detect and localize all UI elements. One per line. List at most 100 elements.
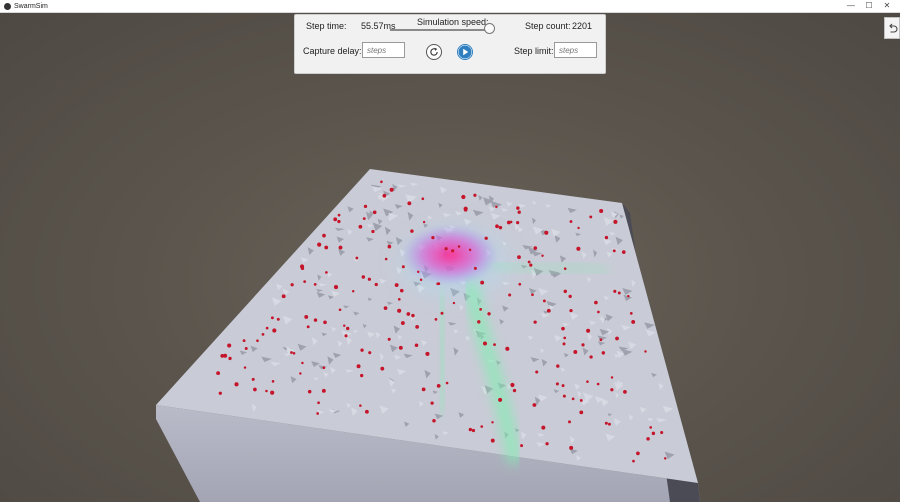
agent-dot — [440, 311, 444, 315]
agent-dot — [306, 325, 310, 329]
agent-dot — [251, 377, 255, 381]
speed-slider-track[interactable] — [390, 29, 490, 31]
agent-dot — [281, 294, 286, 299]
agent-dot — [265, 326, 269, 330]
agent-dot — [562, 394, 566, 398]
agent-dot — [563, 267, 567, 270]
agent-dot — [338, 308, 342, 312]
agent-dot — [487, 312, 491, 316]
agent-dot — [382, 193, 387, 198]
agent-dot — [569, 220, 573, 223]
agent-dot — [617, 291, 621, 295]
play-button[interactable] — [457, 44, 473, 60]
agent-dot — [579, 410, 584, 415]
agent-dot — [483, 341, 487, 346]
agent-dot — [529, 263, 533, 267]
agent-dot — [646, 437, 650, 441]
minimize-button[interactable]: — — [842, 0, 860, 12]
agent-dot — [397, 297, 401, 301]
agent-dot — [498, 397, 503, 402]
agent-dot — [292, 351, 296, 355]
agent-dot — [436, 384, 441, 388]
agent-dot — [360, 348, 364, 352]
agent-dot — [506, 220, 511, 225]
agent-dot — [571, 397, 575, 401]
agent-dot — [394, 283, 399, 288]
agent-dot — [532, 403, 537, 407]
agent-dot — [621, 250, 626, 254]
agent-dot — [495, 205, 498, 209]
agent-dot — [613, 219, 618, 224]
agent-dot — [338, 245, 343, 250]
agent-dot — [660, 431, 664, 435]
step-time-label: Step time: — [306, 21, 347, 31]
agent-dot — [604, 235, 609, 240]
agent-dot — [387, 337, 391, 341]
agent-dot — [601, 351, 606, 355]
agent-dot — [461, 194, 466, 200]
play-icon — [458, 45, 472, 59]
agent-dot — [490, 438, 495, 443]
agent-dot — [253, 387, 257, 392]
agent-dot — [228, 356, 232, 361]
simulation-viewport[interactable] — [0, 13, 900, 502]
agent-dot — [612, 249, 616, 253]
agent-dot — [223, 353, 228, 358]
agent-dot — [343, 324, 346, 327]
agent-dot — [495, 224, 499, 229]
agent-dot — [417, 270, 420, 274]
agent-dot — [594, 300, 598, 305]
maximize-button[interactable]: ☐ — [860, 0, 878, 12]
agent-dot — [631, 319, 636, 324]
agent-dot — [322, 233, 326, 238]
agent-dot — [623, 390, 627, 394]
agent-dot — [242, 339, 246, 343]
agent-dot — [517, 210, 521, 214]
step-count-label: Step count: — [525, 21, 571, 31]
agent-dot — [607, 422, 611, 426]
undo-icon — [888, 23, 897, 33]
agent-dot — [304, 314, 309, 319]
agent-dot — [556, 364, 560, 368]
step-limit-input[interactable] — [554, 42, 597, 58]
reset-icon — [430, 47, 438, 56]
speed-slider-thumb[interactable] — [484, 23, 495, 34]
agent-dot — [244, 346, 248, 350]
agent-dot — [544, 230, 549, 235]
agent-dot — [542, 299, 546, 303]
agent-dot — [321, 388, 326, 393]
agent-dot — [516, 206, 520, 210]
close-button[interactable]: ✕ — [878, 0, 896, 12]
agent-dot — [301, 361, 304, 365]
agent-dot — [629, 311, 633, 315]
agent-dot — [505, 346, 510, 351]
agent-dot — [579, 398, 583, 402]
agent-dot — [317, 242, 322, 247]
agent-dot — [323, 320, 327, 325]
agent-dot — [563, 336, 567, 340]
reset-button[interactable] — [426, 44, 442, 60]
agent-dot — [520, 444, 524, 448]
agent-dot — [218, 391, 222, 395]
agent-dot — [272, 328, 277, 333]
agent-dot — [569, 309, 573, 313]
agent-dot — [512, 388, 517, 393]
agent-dot — [432, 418, 436, 423]
agent-dot — [610, 388, 614, 392]
agent-dot — [270, 390, 275, 395]
agent-dot — [363, 204, 368, 209]
agent-dot — [473, 266, 477, 270]
agent-dot — [596, 382, 600, 386]
capture-delay-input[interactable] — [362, 42, 405, 58]
capture-delay-label: Capture delay: — [303, 46, 362, 56]
agent-dot — [256, 339, 259, 343]
agent-dot — [451, 249, 455, 253]
agent-dot — [563, 289, 568, 294]
title-bar: SwarmSim — ☐ ✕ — [0, 0, 900, 13]
agent-dot — [473, 193, 477, 197]
agent-dot — [397, 308, 402, 313]
agent-dot — [380, 366, 385, 371]
back-button[interactable] — [884, 17, 900, 39]
agent-dot — [419, 278, 423, 282]
agent-dot — [517, 255, 521, 260]
